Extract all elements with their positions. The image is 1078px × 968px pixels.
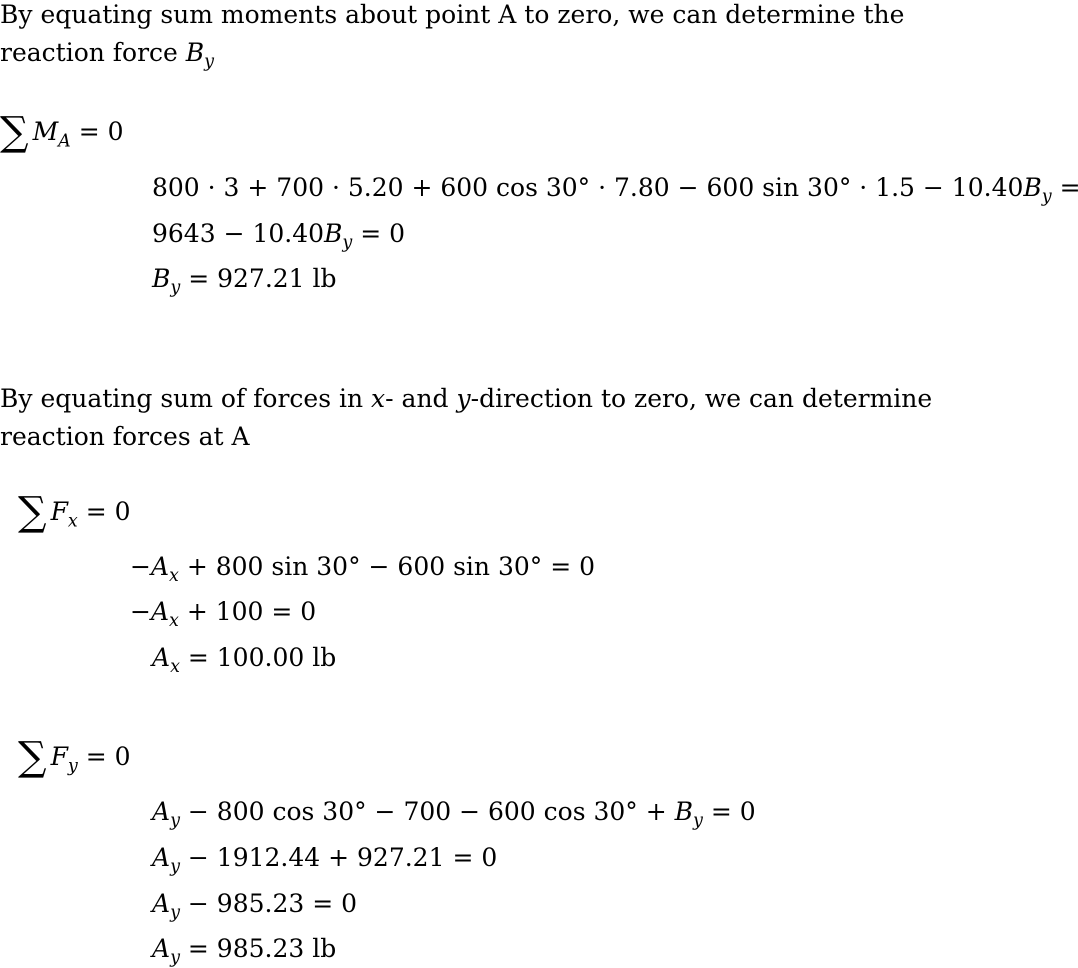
math-subscript: y: [170, 857, 180, 878]
moment-equation-1: 800 · 3 + 700 · 5.20 + 600 cos 30° · 7.8…: [152, 173, 1078, 206]
paragraph-2-line-2: reaction forces at A: [0, 422, 250, 451]
math-subscript: y: [67, 756, 78, 777]
paragraph-text: By equating sum of forces in: [0, 384, 372, 413]
math-variable: A: [152, 934, 171, 963]
paragraph-1-line-2: reaction force By: [0, 38, 214, 71]
math-text: + 100 = 0: [178, 597, 317, 626]
math-variable: B: [1023, 173, 1042, 202]
math-subscript: y: [693, 811, 703, 832]
math-subscript: y: [170, 903, 180, 924]
fx-equation-2: −Ax + 100 = 0: [130, 597, 317, 630]
paragraph-text: - and: [385, 384, 457, 413]
math-variable: A: [152, 797, 171, 826]
math-text: = 0: [1059, 173, 1078, 202]
math-text: = 927.21 lb: [180, 264, 337, 293]
math-text: 9643 − 10.40: [152, 219, 325, 248]
math-text: = 0: [352, 219, 406, 248]
math-subscript: x: [67, 511, 78, 532]
math-text: −: [130, 552, 151, 581]
math-subscript: x: [170, 657, 180, 678]
math-text: − 1912.44 + 927.21 = 0: [179, 843, 498, 872]
math-text: = 0: [77, 742, 131, 772]
math-text: = 0: [77, 497, 131, 527]
summation-symbol: ∑: [18, 734, 47, 780]
math-variable: B: [152, 264, 171, 293]
math-text: − 985.23 = 0: [179, 889, 358, 918]
summation-symbol: ∑: [18, 489, 47, 535]
moment-equation-2: 9643 − 10.40By = 0: [152, 219, 406, 252]
math-text: + 800 sin 30° − 600 sin 30° = 0: [178, 552, 596, 581]
fy-equation-1: Ay − 800 cos 30° − 700 − 600 cos 30° + B…: [152, 797, 756, 830]
math-variable: A: [152, 843, 171, 872]
math-variable: F: [50, 497, 68, 527]
math-text: = 100.00 lb: [179, 643, 337, 672]
fy-equation-4: Ay = 985.23 lb: [152, 934, 337, 967]
math-variable: M: [32, 117, 59, 147]
math-variable: A: [150, 552, 170, 581]
y-variable: y: [456, 384, 471, 413]
paragraph-1-line-1: By equating sum moments about point A to…: [0, 0, 905, 29]
x-variable: x: [371, 384, 386, 413]
paragraph-2-line-1: By equating sum of forces in x- and y-di…: [0, 386, 932, 411]
math-variable: B: [185, 38, 205, 67]
math-variable: A: [152, 643, 171, 672]
math-text: − 800 cos 30° − 700 − 600 cos 30° +: [179, 797, 675, 826]
math-text: = 0: [70, 117, 124, 147]
math-subscript: y: [342, 233, 353, 254]
math-variable: F: [50, 742, 68, 772]
math-subscript: y: [204, 52, 215, 73]
reaction-variable: By: [185, 38, 214, 71]
math-subscript: y: [170, 811, 180, 832]
fy-equation-3: Ay − 985.23 = 0: [152, 889, 358, 922]
fx-equation-1: −Ax + 800 sin 30° − 600 sin 30° = 0: [130, 552, 596, 585]
summation-symbol: ∑: [0, 109, 29, 155]
sum-fx-heading: ∑ Fx = 0: [18, 492, 131, 532]
paragraph-text: -direction to zero, we can determine: [470, 384, 933, 413]
math-variable: B: [324, 219, 343, 248]
math-subscript: A: [58, 131, 71, 152]
math-subscript: y: [1041, 187, 1052, 208]
math-variable: A: [150, 597, 170, 626]
math-subscript: y: [170, 948, 180, 968]
fx-equation-3: Ax = 100.00 lb: [152, 643, 337, 676]
math-text: = 0: [702, 797, 756, 826]
math-subscript: x: [169, 611, 179, 632]
sum-moments-heading: ∑ MA = 0: [0, 112, 124, 152]
math-variable: A: [152, 889, 171, 918]
math-variable: B: [674, 797, 694, 826]
math-text: −: [130, 597, 151, 626]
paragraph-text: reaction force: [0, 38, 186, 67]
moment-equation-3: By = 927.21 lb: [152, 264, 337, 297]
math-subscript: x: [169, 566, 179, 587]
math-text: 800 · 3 + 700 · 5.20 + 600 cos 30° · 7.8…: [152, 173, 1024, 202]
sum-fy-heading: ∑ Fy = 0: [18, 737, 131, 777]
fy-equation-2: Ay − 1912.44 + 927.21 = 0: [152, 843, 498, 876]
math-subscript: y: [170, 278, 181, 299]
math-text: = 985.23 lb: [179, 934, 337, 963]
